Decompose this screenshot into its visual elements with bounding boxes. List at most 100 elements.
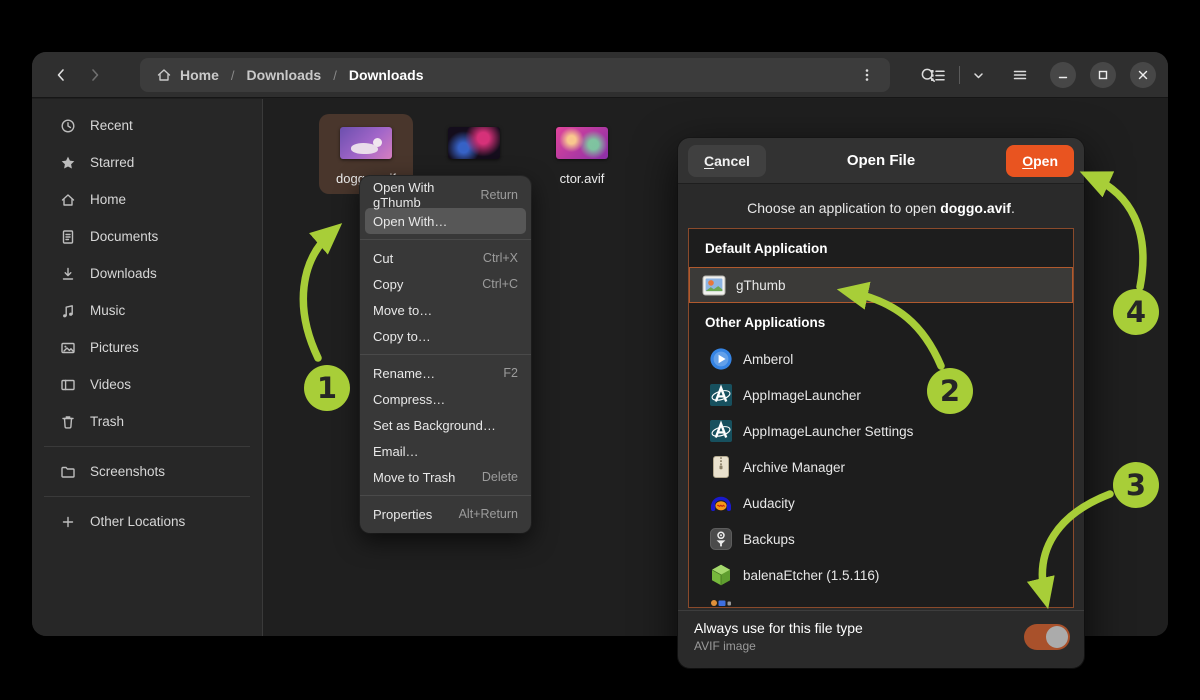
- menu-item-rename[interactable]: Rename…F2: [365, 360, 526, 386]
- always-use-toggle[interactable]: [1024, 624, 1070, 650]
- breadcrumb-separator: /: [231, 68, 235, 83]
- breadcrumb-segment-downloads-current[interactable]: Downloads: [349, 67, 424, 83]
- app-row-appimagelauncher[interactable]: AppImageLauncher: [689, 377, 1073, 413]
- file-tile-hidden-1[interactable]: [427, 114, 521, 179]
- menu-item-label: Cut: [373, 251, 393, 266]
- app-row-appimagelauncher-settings[interactable]: AppImageLauncher Settings: [689, 413, 1073, 449]
- app-row-gthumb[interactable]: gThumb: [689, 267, 1073, 303]
- maximize-button[interactable]: [1090, 62, 1116, 88]
- minimize-button[interactable]: [1050, 62, 1076, 88]
- menu-item-open-with[interactable]: Open With…: [365, 208, 526, 234]
- sidebar-item-trash[interactable]: Trash: [32, 403, 262, 440]
- cancel-button[interactable]: Cancel: [688, 145, 766, 177]
- app-row-archive-manager[interactable]: Archive Manager: [689, 449, 1073, 485]
- sidebar-item-label: Screenshots: [90, 464, 165, 479]
- sidebar-item-downloads[interactable]: Downloads: [32, 255, 262, 292]
- dialog-header: Open File Cancel Open: [678, 138, 1084, 184]
- sidebar-item-screenshots[interactable]: Screenshots: [32, 453, 262, 490]
- menu-item-shortcut: F2: [503, 366, 518, 380]
- music-icon: [60, 303, 76, 319]
- forward-button[interactable]: [80, 60, 110, 90]
- path-menu-button[interactable]: [856, 59, 878, 91]
- app-name-label: Audacity: [743, 496, 795, 511]
- open-rest: pen: [1033, 153, 1058, 169]
- appimagelauncher-icon: [709, 383, 733, 407]
- main-menu-button[interactable]: [1004, 59, 1036, 91]
- close-button[interactable]: [1130, 62, 1156, 88]
- sidebar-item-other-locations[interactable]: Other Locations: [32, 503, 262, 540]
- prompt-suffix: .: [1011, 200, 1015, 216]
- sidebar-item-recent[interactable]: Recent: [32, 107, 262, 144]
- amberol-icon: [709, 347, 733, 371]
- menu-item-move-to-trash[interactable]: Move to TrashDelete: [365, 464, 526, 490]
- menu-item-shortcut: Delete: [482, 470, 518, 484]
- app-row-backups[interactable]: Backups: [689, 521, 1073, 557]
- sidebar-separator: [44, 446, 250, 447]
- list-view-button[interactable]: [921, 59, 953, 91]
- menu-item-label: Email…: [373, 444, 419, 459]
- chevron-down-icon: [972, 69, 985, 82]
- context-menu: Open With gThumbReturn Open With… CutCtrl+…: [360, 176, 531, 533]
- breadcrumb: Home/Downloads/Downloads: [156, 67, 856, 83]
- open-file-dialog: Open File Cancel Open Choose an applicat…: [678, 138, 1084, 668]
- download-icon: [60, 266, 76, 282]
- menu-item-properties[interactable]: PropertiesAlt+Return: [365, 501, 526, 527]
- menu-item-shortcut: Return: [480, 188, 518, 202]
- audacity-icon: [709, 491, 733, 515]
- sidebar-item-label: Documents: [90, 229, 158, 244]
- menu-item-email[interactable]: Email…: [365, 438, 526, 464]
- back-button[interactable]: [46, 60, 76, 90]
- app-row-audacity[interactable]: Audacity: [689, 485, 1073, 521]
- menu-item-copy[interactable]: CopyCtrl+C: [365, 271, 526, 297]
- breadcrumb-segment-downloads-1[interactable]: Downloads: [247, 67, 322, 83]
- app-name-label: Archive Manager: [743, 460, 845, 475]
- open-button[interactable]: Open: [1006, 145, 1074, 177]
- screen: Home/Downloads/Downloads: [0, 0, 1200, 700]
- menu-item-open-with-gthumb[interactable]: Open With gThumbReturn: [365, 182, 526, 208]
- gthumb-icon: [702, 273, 726, 297]
- cancel-mnemonic: C: [704, 153, 714, 169]
- app-name-label: gThumb: [736, 278, 786, 293]
- menu-item-move-to[interactable]: Move to…: [365, 297, 526, 323]
- sidebar-item-documents[interactable]: Documents: [32, 218, 262, 255]
- sidebar-item-music[interactable]: Music: [32, 292, 262, 329]
- app-name-label: AppImageLauncher: [743, 388, 861, 403]
- kebab-icon: [860, 67, 874, 83]
- partial-icon: [709, 599, 733, 608]
- menu-item-label: Copy: [373, 277, 403, 292]
- file-thumbnail: [340, 127, 392, 159]
- back-icon: [53, 67, 69, 83]
- menu-item-label: Open With…: [373, 214, 447, 229]
- breadcrumb-segment-home-0[interactable]: Home: [156, 67, 219, 83]
- sidebar-item-starred[interactable]: Starred: [32, 144, 262, 181]
- menu-item-copy-to[interactable]: Copy to…: [365, 323, 526, 349]
- clock-icon: [60, 118, 76, 134]
- menu-separator: [360, 354, 531, 355]
- file-tile-ctor-avif[interactable]: ctor.avif: [535, 114, 629, 194]
- view-options-button[interactable]: [966, 59, 990, 91]
- etcher-icon: [709, 563, 733, 587]
- menu-item-set-as-background[interactable]: Set as Background…: [365, 412, 526, 438]
- menu-separator: [360, 495, 531, 496]
- sidebar-item-label: Recent: [90, 118, 133, 133]
- menu-item-compress[interactable]: Compress…: [365, 386, 526, 412]
- minimize-icon: [1057, 69, 1069, 81]
- sidebar-item-pictures[interactable]: Pictures: [32, 329, 262, 366]
- app-row-balenaetcher-1-5-116[interactable]: balenaEtcher (1.5.116): [689, 557, 1073, 593]
- app-row-clipped[interactable]: [689, 593, 1073, 608]
- app-name-label: Amberol: [743, 352, 793, 367]
- prompt-filename: doggo.avif: [940, 200, 1011, 216]
- menu-item-cut[interactable]: CutCtrl+X: [365, 245, 526, 271]
- hamburger-icon: [1012, 67, 1028, 83]
- document-icon: [60, 229, 76, 245]
- menu-item-label: Copy to…: [373, 329, 431, 344]
- application-list: Default ApplicationgThumbOther Applicati…: [688, 228, 1074, 608]
- app-row-amberol[interactable]: Amberol: [689, 341, 1073, 377]
- sidebar-item-videos[interactable]: Videos: [32, 366, 262, 403]
- path-bar[interactable]: Home/Downloads/Downloads: [140, 58, 890, 92]
- file-thumbnail: [448, 127, 500, 159]
- trash-icon: [60, 414, 76, 430]
- appimagelauncher-icon: [709, 419, 733, 443]
- sidebar-item-home[interactable]: Home: [32, 181, 262, 218]
- dialog-footer: Always use for this file type AVIF image: [678, 610, 1084, 653]
